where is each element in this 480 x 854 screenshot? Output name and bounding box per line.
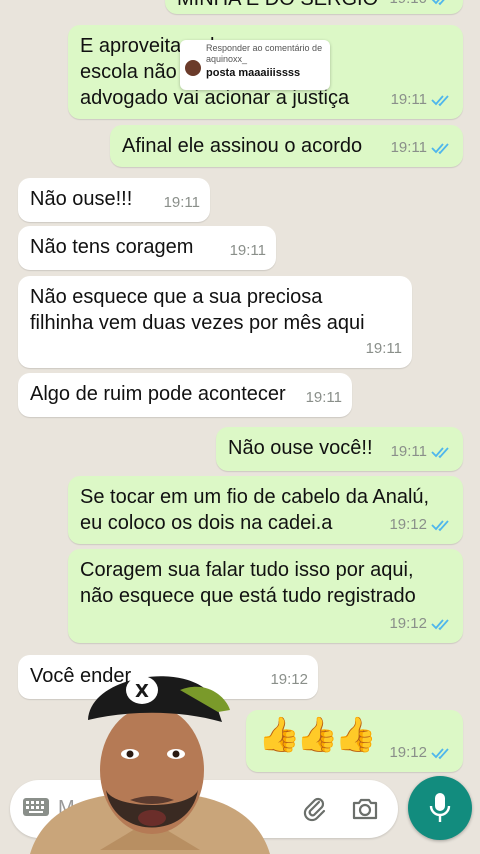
message-text: Algo de ruim pode acontecer [30,383,286,405]
microphone-button[interactable] [408,776,472,840]
message-meta: 19:12 [389,740,453,766]
message-meta: 19:11 [230,238,266,264]
message-time: 19:11 [390,443,427,460]
message-bubble[interactable]: MINHA E DO SERGIO 19:10 [165,0,463,14]
message-bubble[interactable]: Não esquece que a sua preciosa filhinha … [18,276,412,368]
avatar [185,60,201,76]
double-check-icon [431,619,449,631]
message-meta: 19:11 [391,87,453,113]
double-check-icon [431,95,449,107]
message-time: 19:11 [305,389,342,406]
camera-icon[interactable] [350,794,380,824]
message-bubble[interactable]: Coragem sua falar tudo isso por aqui, nã… [68,549,463,643]
message-text: Coragem sua falar tudo isso por aqui, nã… [80,559,416,607]
double-check-icon [431,748,449,760]
message-time: 19:11 [229,242,266,259]
message-text: Não esquece que a sua preciosa filhinha … [30,286,365,334]
double-check-icon [431,143,449,155]
message-time: 19:11 [365,340,402,357]
microphone-icon [429,793,451,822]
reply-sticker: Responder ao comentário de aquinoxx_ pos… [180,40,330,90]
message-meta: 19:11 [391,135,453,161]
message-time: 19:11 [390,139,427,156]
message-meta: 19:11 [391,439,453,465]
message-time: 19:11 [390,91,427,108]
message-time: 19:12 [389,744,427,761]
presenter-video-overlay: X [30,676,270,854]
message-bubble[interactable]: 👍👍👍 19:12 [246,710,463,772]
message-meta: 19:11 [366,336,402,362]
reply-text: posta maaaiiissss [206,67,301,79]
reply-header: Responder ao comentário de aquinoxx_ [206,43,323,64]
message-meta: 19:11 [164,190,200,216]
message-time: 19:12 [270,671,308,688]
message-bubble[interactable]: Se tocar em um fio de cabelo da Analú, e… [68,476,463,544]
paperclip-icon[interactable] [300,794,330,824]
message-time: 19:10 [389,0,427,12]
message-text: MINHA E DO SERGIO [177,0,378,10]
message-time: 19:12 [389,615,427,632]
message-time: 19:12 [389,516,427,533]
message-time: 19:11 [163,194,200,211]
message-bubble[interactable]: Afinal ele assinou o acordo 19:11 [110,125,463,167]
double-check-icon [431,520,449,532]
message-meta: 19:12 [389,611,453,637]
message-meta: 19:11 [306,385,342,411]
svg-text:X: X [135,681,149,702]
message-meta: 19:12 [270,667,308,693]
message-bubble[interactable]: Não ouse você!! 19:11 [216,427,463,471]
double-check-icon [431,0,445,6]
message-meta: 19:12 [389,512,453,538]
message-meta: 19:10 [389,0,453,12]
double-check-icon [431,447,449,459]
message-bubble[interactable]: Não ouse!!! 19:11 [18,178,210,222]
message-bubble[interactable]: Não tens coragem 19:11 [18,226,276,270]
message-bubble[interactable]: Algo de ruim pode acontecer 19:11 [18,373,352,417]
